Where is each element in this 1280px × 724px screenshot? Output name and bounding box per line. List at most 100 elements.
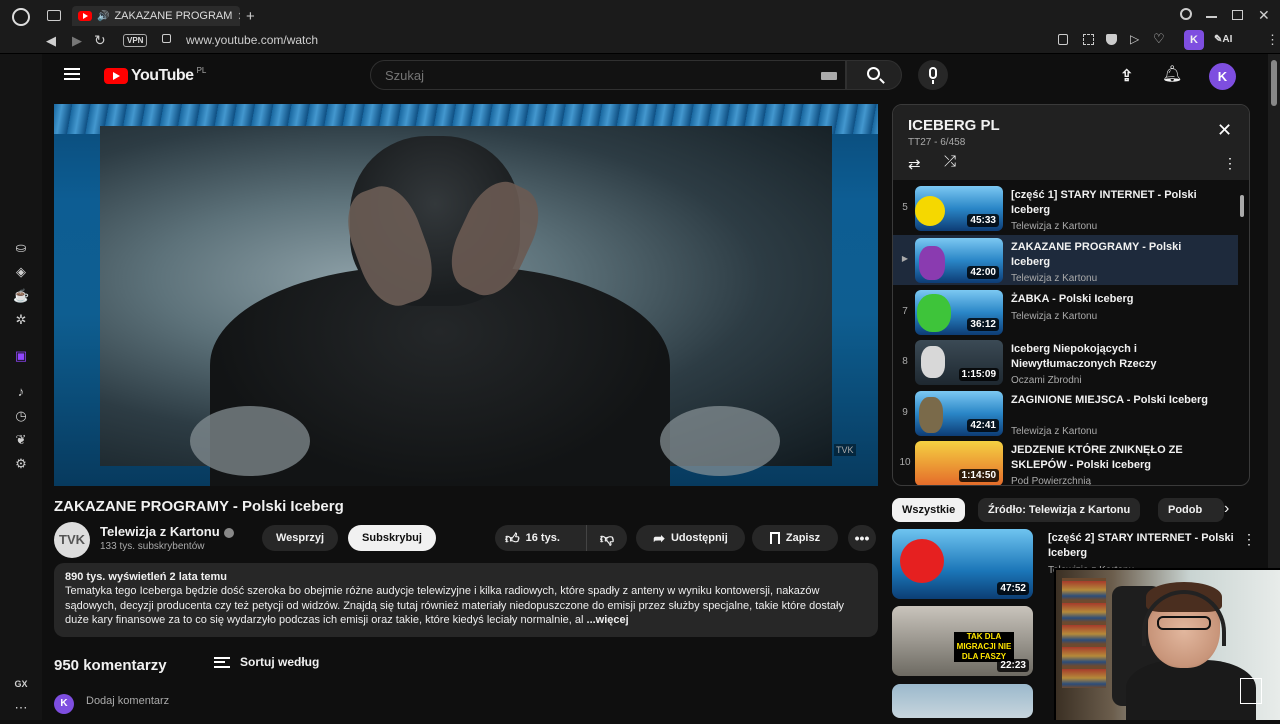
speaker-icon[interactable]: 🔊	[97, 11, 109, 22]
account-avatar[interactable]: K	[1209, 63, 1236, 90]
settings-icon[interactable]: ⚙	[13, 456, 29, 472]
tabs-icon[interactable]	[47, 10, 61, 21]
playlist-more-icon[interactable]: ⋮	[1223, 155, 1237, 172]
maximize-icon[interactable]	[1232, 10, 1243, 20]
youtube-logo[interactable]: YouTube PL	[104, 66, 206, 85]
search-input[interactable]	[385, 68, 805, 83]
send-icon[interactable]: ▷	[1130, 32, 1139, 46]
notifications-bell-icon[interactable]: 🔔︎	[1162, 64, 1182, 84]
chip-source[interactable]: Źródło: Telewizja z Kartonu	[978, 498, 1141, 522]
lock-icon	[162, 34, 171, 43]
search-button[interactable]	[846, 60, 902, 90]
new-tab-icon[interactable]: +	[246, 8, 255, 25]
channel-name[interactable]: Telewizja z Kartonu	[100, 524, 220, 539]
keyboard-icon[interactable]	[821, 72, 837, 80]
more-vertical-icon[interactable]: ⋮	[1242, 531, 1256, 548]
playlist-thumbnail: 1:14:50	[915, 441, 1003, 485]
playlist-item-current[interactable]: ▶ 42:00 ZAKAZANE PROGRAMY - Polski Icebe…	[893, 235, 1238, 285]
sort-comments-button[interactable]: Sortuj według	[214, 655, 319, 669]
voice-search-button[interactable]	[918, 60, 948, 90]
playlist-index: ▶	[901, 254, 909, 263]
playlist-title[interactable]: ICEBERG PL	[908, 117, 1000, 134]
reload-icon[interactable]: ↻	[94, 32, 106, 49]
support-button[interactable]: Wesprzyj	[262, 525, 338, 551]
playlist-item-title: ZAKAZANE PROGRAMY - Polski Iceberg	[1011, 241, 1182, 268]
like-button[interactable]: 👍︎ 16 tys.	[495, 525, 587, 551]
video-frame: TVK	[100, 126, 856, 486]
twitch-icon[interactable]: ▣	[13, 348, 29, 364]
channel-name-row[interactable]: Telewizja z Kartonu	[100, 524, 234, 539]
playlist-item[interactable]: 8 1:15:09 Iceberg Niepokojących i Niewyt…	[893, 337, 1238, 387]
masthead: YouTube PL ⇪ 🔔︎ K	[42, 54, 1268, 96]
minimize-icon[interactable]	[1206, 16, 1217, 18]
tab-title: ZAKAZANE PROGRAM	[114, 10, 233, 22]
url-field[interactable]: www.youtube.com/watch	[186, 33, 318, 47]
playlist-item[interactable]: 10 1:14:50 JEDZENIE KTÓRE ZNIKNĘŁO ZE SK…	[893, 438, 1238, 486]
chip-similar[interactable]: Podob	[1158, 498, 1224, 522]
channel-avatar[interactable]: TVK	[54, 522, 90, 558]
gx-label[interactable]: GX	[13, 676, 29, 692]
heart-icon[interactable]: ♡	[1153, 31, 1165, 47]
playlist-item[interactable]: 7 36:12 ŻABKA - Polski Iceberg Telewizja…	[893, 287, 1238, 337]
tab-close-icon[interactable]: ✕	[237, 10, 240, 23]
sidebar-icon-8[interactable]: ❦	[13, 432, 29, 448]
share-button[interactable]: ➦ Udostępnij	[636, 525, 745, 551]
chevron-right-icon[interactable]: ›	[1224, 500, 1229, 518]
add-comment-input[interactable]: Dodaj komentarz	[86, 695, 169, 707]
search-icon[interactable]	[1180, 8, 1192, 20]
description-more-link[interactable]: ...więcej	[587, 614, 629, 626]
sidebar-icon-1[interactable]: ⛀	[13, 240, 29, 256]
playlist-items: 5 45:33 [część 1] STARY INTERNET - Polsk…	[893, 180, 1243, 486]
page-scrollbar-thumb[interactable]	[1271, 60, 1277, 106]
playlist-index: 8	[902, 356, 908, 367]
ai-button[interactable]: ✎AI	[1214, 34, 1232, 45]
menu-icon[interactable]: ⋮	[1266, 32, 1279, 48]
fullscreen-icon[interactable]	[1240, 678, 1262, 704]
shuffle-icon[interactable]: ⤮	[944, 153, 956, 170]
browser-tab[interactable]: 🔊 ZAKAZANE PROGRAM ✕	[72, 6, 240, 26]
playlist-item-channel: Telewizja z Kartonu	[1011, 273, 1098, 284]
hamburger-menu-icon[interactable]	[64, 68, 80, 80]
snapshot-icon[interactable]	[1083, 34, 1094, 45]
vpn-badge[interactable]: VPN	[123, 34, 148, 47]
playlist-item[interactable]: 5 45:33 [część 1] STARY INTERNET - Polsk…	[893, 183, 1238, 233]
sidebar-icon-4[interactable]: ✲	[13, 312, 29, 328]
profile-badge[interactable]: K	[1184, 30, 1204, 50]
loop-icon[interactable]: ⇄	[908, 155, 921, 173]
playlist-item-title: ZAGINIONE MIEJSCA - Polski Iceberg	[1011, 394, 1209, 406]
sidebar-icon-2[interactable]: ◈	[13, 264, 29, 280]
sidebar-icon-3[interactable]: ☕	[13, 288, 29, 304]
clock-icon[interactable]: ◷	[13, 408, 29, 424]
playlist-item-channel: Pod Powierzchnią	[1011, 476, 1092, 486]
dislike-button[interactable]: 👎︎	[587, 525, 627, 551]
support-label: Wesprzyj	[275, 532, 325, 544]
playlist-item-title: JEDZENIE KTÓRE ZNIKNĘŁO ZE SKLEPÓW - Pol…	[1011, 444, 1183, 471]
close-icon[interactable]: ✕	[1217, 120, 1232, 141]
thumb-frog	[917, 294, 951, 332]
back-icon[interactable]: ◀	[46, 33, 56, 49]
save-button[interactable]: Zapisz	[752, 525, 838, 551]
playlist-subtitle: TT27 - 6/458	[908, 137, 966, 148]
upload-icon[interactable]: ⇪	[1120, 66, 1133, 86]
shield-icon[interactable]	[1106, 34, 1117, 45]
playlist-index: 7	[902, 306, 908, 317]
sidebar-icon-6[interactable]: ♪	[13, 384, 29, 400]
subscribe-button[interactable]: Subskrybuj	[348, 525, 436, 551]
more-actions-button[interactable]: •••	[848, 525, 876, 551]
chip-all[interactable]: Wszystkie	[892, 498, 966, 522]
forward-icon[interactable]: ▶	[72, 33, 82, 49]
opera-gx-logo-icon[interactable]	[12, 8, 30, 26]
youtube-favicon-icon	[78, 11, 92, 21]
video-title: ZAKAZANE PROGRAMY - Polski Iceberg	[54, 498, 344, 515]
close-window-icon[interactable]: ✕	[1258, 7, 1270, 24]
recommendation-thumbnail: 47:52	[892, 529, 1033, 599]
video-player[interactable]: TVK	[54, 104, 878, 486]
ai-label: AI	[1222, 34, 1233, 45]
playlist-item[interactable]: 9 42:41 ZAGINIONE MIEJSCA - Polski Icebe…	[893, 388, 1238, 438]
playlist-panel: ICEBERG PL TT27 - 6/458 ✕ ⇄ ⤮ ⋮ 5 45:33 …	[892, 104, 1250, 486]
description-box[interactable]: 890 tys. wyświetleń 2 lata temu Tematyka…	[54, 563, 878, 637]
playlist-item-channel: Telewizja z Kartonu	[1011, 221, 1098, 232]
extension-pin-icon[interactable]	[1058, 34, 1068, 45]
more-icon[interactable]: ⋯	[13, 700, 29, 716]
playlist-scrollbar[interactable]	[1240, 195, 1244, 217]
